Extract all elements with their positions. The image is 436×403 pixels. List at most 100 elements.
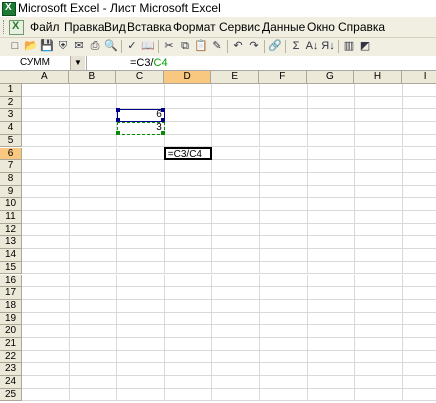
cell-B13[interactable] bbox=[69, 236, 118, 250]
cell-F14[interactable] bbox=[260, 249, 308, 262]
cell-G15[interactable] bbox=[307, 261, 356, 275]
chart-icon[interactable]: ▥ bbox=[342, 39, 356, 53]
cell-H1[interactable] bbox=[355, 84, 403, 97]
cell-F23[interactable] bbox=[260, 363, 308, 377]
cell-H17[interactable] bbox=[355, 287, 403, 300]
row-header-24[interactable]: 24 bbox=[0, 376, 22, 389]
cell-B19[interactable] bbox=[69, 312, 118, 326]
cell-D21[interactable] bbox=[164, 338, 213, 351]
menu-item-7[interactable]: Окно bbox=[307, 20, 335, 34]
cell-D23[interactable] bbox=[164, 363, 213, 377]
cell-I18[interactable] bbox=[402, 300, 436, 313]
cell-E5[interactable] bbox=[212, 134, 260, 148]
select-all-corner[interactable] bbox=[0, 71, 22, 84]
chevron-down-icon[interactable]: ▼ bbox=[70, 56, 85, 70]
cell-H19[interactable] bbox=[355, 312, 403, 326]
cell-C9[interactable] bbox=[117, 185, 165, 199]
cell-D12[interactable] bbox=[164, 223, 213, 237]
sort-desc-icon[interactable]: Я↓ bbox=[321, 39, 335, 53]
column-header-I[interactable]: I bbox=[401, 71, 436, 84]
cell-C1[interactable] bbox=[117, 84, 165, 97]
cell-H24[interactable] bbox=[355, 376, 403, 389]
cell-F13[interactable] bbox=[260, 236, 308, 250]
redo-icon[interactable]: ↷ bbox=[247, 39, 261, 53]
cell-C7[interactable] bbox=[117, 160, 165, 173]
row-header-18[interactable]: 18 bbox=[0, 299, 22, 313]
cell-F2[interactable] bbox=[260, 96, 308, 110]
menu-item-3[interactable]: Вставка bbox=[127, 20, 172, 34]
cell-G3[interactable] bbox=[307, 109, 356, 123]
cell-E19[interactable] bbox=[212, 312, 260, 326]
row-header-4[interactable]: 4 bbox=[0, 122, 22, 135]
cell-H21[interactable] bbox=[355, 338, 403, 351]
cell-D10[interactable] bbox=[164, 198, 213, 211]
cell-B6[interactable] bbox=[69, 147, 118, 161]
cell-G22[interactable] bbox=[307, 350, 356, 364]
cell-C20[interactable] bbox=[117, 325, 165, 338]
cell-D16[interactable] bbox=[164, 274, 213, 288]
cell-C16[interactable] bbox=[117, 274, 165, 288]
sort-asc-icon[interactable]: A↓ bbox=[305, 39, 319, 53]
cell-I22[interactable] bbox=[402, 351, 436, 364]
cell-I11[interactable] bbox=[402, 211, 436, 224]
print-icon[interactable]: ⎙ bbox=[88, 39, 102, 53]
cell-A14[interactable] bbox=[22, 249, 70, 262]
cell-A23[interactable] bbox=[22, 363, 70, 377]
cell-I4[interactable] bbox=[402, 122, 436, 135]
row-header-9[interactable]: 9 bbox=[0, 185, 22, 199]
row-header-17[interactable]: 17 bbox=[0, 287, 22, 300]
cell-H13[interactable] bbox=[355, 236, 403, 250]
cell-D14[interactable] bbox=[164, 249, 213, 262]
drawing-icon[interactable]: ◩ bbox=[358, 39, 372, 53]
cell-B10[interactable] bbox=[69, 198, 118, 211]
menu-grip-icon[interactable] bbox=[3, 20, 7, 34]
cell-G13[interactable] bbox=[307, 236, 356, 250]
cell-H4[interactable] bbox=[355, 122, 403, 135]
cell-E4[interactable] bbox=[212, 122, 260, 135]
cell-H11[interactable] bbox=[355, 211, 403, 224]
cell-G7[interactable] bbox=[307, 160, 356, 173]
cell-B8[interactable] bbox=[69, 172, 118, 186]
cell-D8[interactable] bbox=[164, 172, 213, 186]
undo-icon[interactable]: ↶ bbox=[231, 39, 245, 53]
cell-F24[interactable] bbox=[260, 376, 308, 389]
cell-B22[interactable] bbox=[69, 350, 118, 364]
cell-G5[interactable] bbox=[307, 134, 356, 148]
cell-B5[interactable] bbox=[69, 134, 118, 148]
cell-A15[interactable] bbox=[22, 261, 70, 275]
resize-handle[interactable] bbox=[160, 130, 165, 135]
row-header-14[interactable]: 14 bbox=[0, 249, 22, 262]
cell-F3[interactable] bbox=[260, 109, 308, 123]
cell-C13[interactable] bbox=[117, 236, 165, 250]
cell-G2[interactable] bbox=[307, 96, 356, 110]
format-painter-icon[interactable]: ✎ bbox=[210, 39, 224, 53]
cell-I12[interactable] bbox=[402, 224, 436, 237]
cell-F8[interactable] bbox=[260, 172, 308, 186]
cell-D18[interactable] bbox=[164, 299, 213, 313]
autosum-icon[interactable]: Σ bbox=[289, 39, 303, 53]
cell-F20[interactable] bbox=[260, 325, 308, 338]
cell-A10[interactable] bbox=[22, 198, 70, 211]
cell-E8[interactable] bbox=[212, 172, 260, 186]
cell-F15[interactable] bbox=[260, 261, 308, 275]
open-icon[interactable]: 📂 bbox=[24, 39, 38, 53]
column-header-B[interactable]: B bbox=[68, 71, 117, 84]
email-icon[interactable]: ✉ bbox=[72, 39, 86, 53]
cell-C11[interactable] bbox=[117, 211, 165, 224]
cell-D19[interactable] bbox=[164, 312, 213, 326]
cell-G6[interactable] bbox=[307, 147, 356, 161]
cell-I10[interactable] bbox=[402, 198, 436, 211]
cell-F17[interactable] bbox=[260, 287, 308, 300]
row-header-25[interactable]: 25 bbox=[0, 388, 22, 402]
cell-C19[interactable] bbox=[117, 312, 165, 326]
cell-D22[interactable] bbox=[164, 350, 213, 364]
cell-B9[interactable] bbox=[69, 185, 118, 199]
cell-H12[interactable] bbox=[355, 223, 403, 237]
cell-G18[interactable] bbox=[307, 299, 356, 313]
cell-E2[interactable] bbox=[212, 96, 260, 110]
row-header-5[interactable]: 5 bbox=[0, 134, 22, 148]
cell-I17[interactable] bbox=[402, 287, 436, 300]
row-header-3[interactable]: 3 bbox=[0, 109, 22, 123]
cell-I20[interactable] bbox=[402, 325, 436, 338]
row-header-16[interactable]: 16 bbox=[0, 274, 22, 288]
